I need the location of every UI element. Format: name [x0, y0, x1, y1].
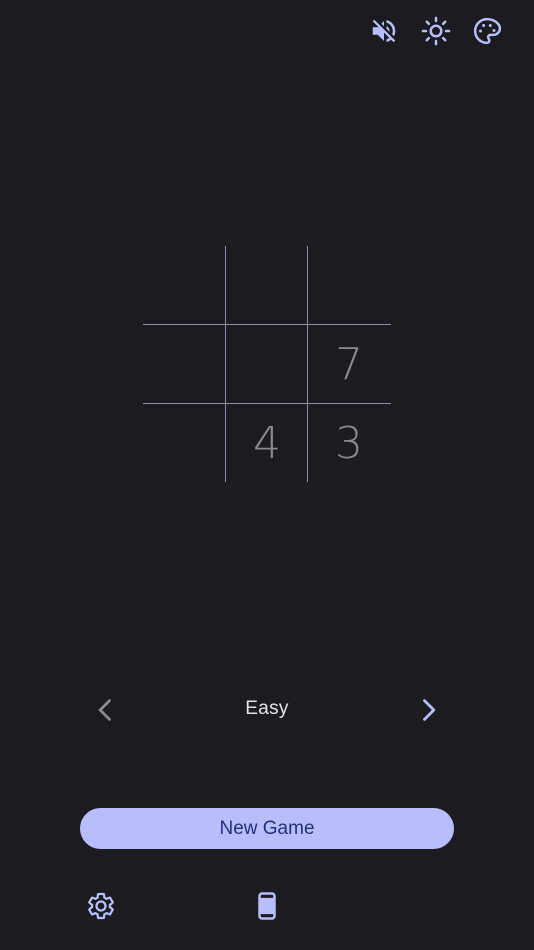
board-cell[interactable]	[143, 404, 225, 482]
board-cell[interactable]	[226, 325, 308, 403]
board-cell[interactable]	[143, 246, 225, 324]
settings-button[interactable]	[84, 889, 118, 923]
phone-device-icon	[258, 892, 276, 920]
board-cell[interactable]	[308, 246, 390, 324]
difficulty-label: Easy	[245, 698, 289, 719]
brightness-icon	[421, 16, 451, 46]
theme-toggle-button[interactable]	[419, 14, 453, 48]
volume-off-icon	[372, 19, 396, 43]
board-cell[interactable]: 7	[308, 325, 390, 403]
device-button[interactable]	[250, 889, 284, 923]
game-board: 7 4 3	[143, 246, 391, 482]
next-difficulty-button[interactable]	[412, 694, 444, 726]
board-cell[interactable]: 4	[226, 404, 308, 482]
new-game-button[interactable]: New Game	[80, 808, 454, 849]
settings-icon	[88, 892, 114, 920]
board-cell[interactable]	[143, 325, 225, 403]
board-cell[interactable]	[226, 246, 308, 324]
chevron-left-icon	[98, 699, 111, 721]
palette-button[interactable]	[470, 14, 504, 48]
palette-icon	[473, 17, 502, 45]
previous-difficulty-button[interactable]	[90, 694, 122, 726]
board-cell[interactable]: 3	[308, 404, 390, 482]
chevron-right-icon	[423, 699, 436, 721]
sound-toggle-button[interactable]	[367, 14, 401, 48]
